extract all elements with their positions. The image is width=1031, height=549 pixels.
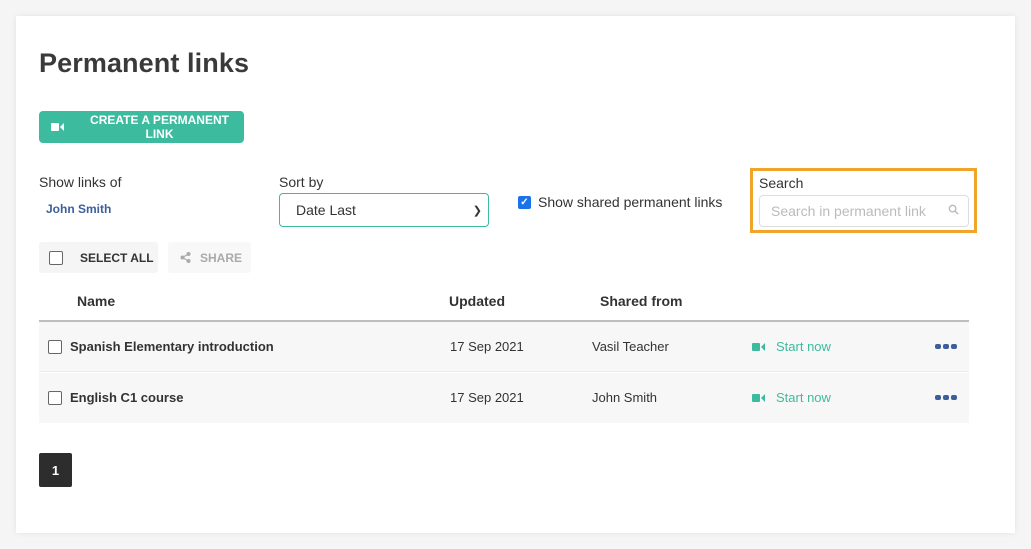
share-icon [180, 252, 191, 263]
chevron-down-icon: ❯ [472, 205, 482, 217]
video-camera-icon [51, 123, 64, 131]
search-placeholder: Search in permanent link [771, 203, 926, 219]
select-all-checkbox[interactable] [49, 250, 63, 265]
sort-by-select[interactable]: Date Last ❯ [279, 193, 489, 227]
show-links-of-label: Show links of [39, 174, 122, 190]
search-label: Search [759, 175, 804, 191]
table-row: Spanish Elementary introduction 17 Sep 2… [39, 322, 969, 372]
search-input[interactable]: Search in permanent link [759, 195, 969, 227]
show-shared-checkbox[interactable]: ✓ [518, 195, 531, 209]
link-name[interactable]: English C1 course [70, 390, 183, 405]
link-updated: 17 Sep 2021 [450, 339, 524, 354]
share-label: SHARE [200, 250, 243, 265]
permanent-links-panel: Permanent links CREATE A PERMANENT LINK … [16, 16, 1015, 533]
column-header-name[interactable]: Name [77, 293, 115, 309]
video-camera-icon [752, 393, 765, 402]
sort-by-value: Date Last [296, 202, 356, 218]
select-all-button[interactable]: SELECT ALL [39, 242, 158, 273]
search-icon [948, 204, 959, 215]
pagination-page-button[interactable]: 1 [39, 453, 72, 487]
row-checkbox[interactable] [48, 391, 62, 405]
show-shared-label: Show shared permanent links [538, 194, 723, 210]
share-button[interactable]: SHARE [168, 242, 251, 273]
link-updated: 17 Sep 2021 [450, 390, 524, 405]
row-checkbox[interactable] [48, 340, 62, 354]
sort-by-label: Sort by [279, 174, 324, 190]
create-permanent-link-label: CREATE A PERMANENT LINK [90, 113, 229, 141]
show-shared-links-toggle[interactable]: ✓ Show shared permanent links [518, 194, 722, 210]
link-name[interactable]: Spanish Elementary introduction [70, 339, 274, 354]
search-highlight-box: Search Search in permanent link [750, 168, 977, 233]
more-options-icon[interactable] [935, 395, 957, 400]
start-now-label: Start now [776, 339, 831, 354]
video-camera-icon [752, 342, 765, 351]
create-permanent-link-button[interactable]: CREATE A PERMANENT LINK [39, 111, 244, 143]
start-now-link[interactable]: Start now [752, 339, 831, 354]
link-shared-from: John Smith [592, 390, 658, 405]
link-shared-from: Vasil Teacher [592, 339, 669, 354]
start-now-label: Start now [776, 390, 831, 405]
select-all-label: SELECT ALL [80, 250, 154, 265]
column-header-updated[interactable]: Updated [449, 293, 505, 309]
column-header-shared-from[interactable]: Shared from [600, 293, 682, 309]
more-options-icon[interactable] [935, 344, 957, 349]
table-row: English C1 course 17 Sep 2021 John Smith… [39, 373, 969, 423]
page-title: Permanent links [39, 48, 250, 78]
owner-link[interactable]: John Smith [46, 202, 111, 216]
start-now-link[interactable]: Start now [752, 390, 831, 405]
